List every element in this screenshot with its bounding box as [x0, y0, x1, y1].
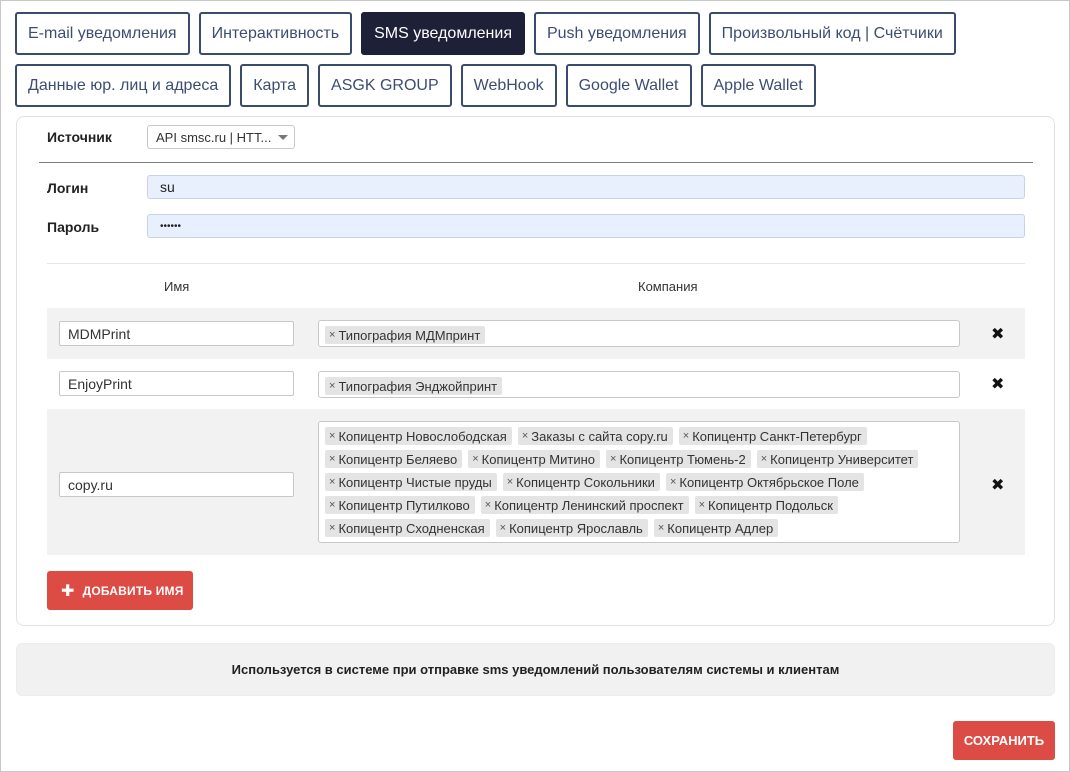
- company-tag-label: Копицентр Подольск: [708, 497, 833, 513]
- password-input[interactable]: ••••••: [147, 214, 1025, 238]
- company-tag: × Заказы с сайта copy.ru: [517, 427, 673, 445]
- company-tag-select[interactable]: × Типография Энджойпринт: [318, 371, 960, 398]
- company-tag: × Типография МДМпринт: [325, 326, 486, 344]
- plus-icon: ✚: [61, 582, 75, 600]
- delete-row-icon[interactable]: ✖: [991, 324, 1004, 344]
- remove-tag-icon[interactable]: ×: [329, 453, 335, 465]
- company-tag-label: Копицентр Ярославль: [509, 520, 643, 536]
- remove-tag-icon[interactable]: ×: [507, 476, 513, 488]
- remove-tag-icon[interactable]: ×: [329, 380, 335, 392]
- remove-tag-icon[interactable]: ×: [761, 453, 767, 465]
- tab-custom-code[interactable]: Произвольный код | Счётчики: [708, 12, 956, 55]
- company-tag-select[interactable]: × Копицентр Новослободская × Заказы с сайт…: [318, 421, 960, 543]
- remove-tag-icon[interactable]: ×: [670, 476, 676, 488]
- remove-tag-icon[interactable]: ×: [658, 522, 664, 534]
- remove-tag-icon[interactable]: ×: [610, 453, 616, 465]
- divider: [47, 263, 1025, 264]
- company-tag: × Копицентр Тюмень-2: [606, 450, 751, 468]
- remove-tag-icon[interactable]: ×: [329, 499, 335, 511]
- tab-sms[interactable]: SMS уведомления: [361, 12, 525, 55]
- company-tag-label: Копицентр Ленинский проспект: [494, 497, 684, 513]
- remove-tag-icon[interactable]: ×: [699, 499, 705, 511]
- tab-email[interactable]: E-mail уведомления: [15, 12, 190, 55]
- name-input[interactable]: EnjoyPrint: [59, 371, 294, 396]
- tab-legal-entities[interactable]: Данные юр. лиц и адреса: [15, 64, 232, 107]
- column-header-company: Компания: [638, 279, 698, 294]
- remove-tag-icon[interactable]: ×: [485, 499, 491, 511]
- company-tag-label: Копицентр Митино: [481, 451, 595, 467]
- remove-tag-icon[interactable]: ×: [329, 476, 335, 488]
- company-tag-label: Копицентр Адлер: [667, 520, 774, 536]
- company-tag-label: Копицентр Октябрьское Поле: [679, 474, 859, 490]
- remove-tag-icon[interactable]: ×: [522, 430, 528, 442]
- company-tag: × Копицентр Беляево: [325, 450, 463, 468]
- sms-settings-card: Источник API smsc.ru | HTT... Логин su П…: [16, 116, 1055, 626]
- login-label: Логин: [47, 180, 89, 196]
- company-tag-label: Копицентр Путилково: [338, 497, 470, 513]
- company-tag-label: Типография МДМпринт: [338, 327, 481, 343]
- info-note: Используется в системе при отправке sms …: [16, 643, 1055, 696]
- company-tag: × Копицентр Санкт-Петербург: [678, 427, 867, 445]
- delete-row-icon[interactable]: ✖: [991, 374, 1004, 394]
- company-tag-label: Копицентр Санкт-Петербург: [692, 428, 862, 444]
- tab-asgk-group[interactable]: ASGK GROUP: [318, 64, 452, 107]
- name-input[interactable]: copy.ru: [59, 472, 294, 497]
- tab-push[interactable]: Push уведомления: [533, 12, 700, 55]
- password-label: Пароль: [47, 219, 100, 235]
- remove-tag-icon[interactable]: ×: [329, 522, 335, 534]
- add-name-button[interactable]: ✚ ДОБАВИТЬ ИМЯ: [47, 571, 193, 610]
- company-tag: × Копицентр Октябрьское Поле: [665, 473, 864, 491]
- remove-tag-icon[interactable]: ×: [500, 522, 506, 534]
- company-tag-label: Копицентр Чистые пруды: [338, 474, 492, 490]
- remove-tag-icon[interactable]: ×: [329, 329, 335, 341]
- remove-tag-icon[interactable]: ×: [683, 430, 689, 442]
- company-tag-label: Типография Энджойпринт: [338, 378, 498, 394]
- login-input[interactable]: su: [147, 175, 1025, 199]
- company-tag-label: Копицентр Тюмень-2: [619, 451, 746, 467]
- company-tag-label: Копицентр Беляево: [338, 451, 458, 467]
- tabs-row-2: Данные юр. лиц и адреса Карта ASGK GROUP…: [15, 64, 825, 107]
- tab-google-wallet[interactable]: Google Wallet: [565, 64, 692, 107]
- company-tag: × Копицентр Сокольники: [502, 473, 660, 491]
- divider: [39, 162, 1033, 163]
- column-header-name: Имя: [164, 279, 190, 294]
- remove-tag-icon[interactable]: ×: [329, 430, 335, 442]
- delete-row-icon[interactable]: ✖: [991, 475, 1004, 495]
- company-tag-label: Копицентр Сходненская: [338, 520, 485, 536]
- company-tag-label: Копицентр Университет: [770, 451, 914, 467]
- source-select[interactable]: API smsc.ru | HTT...: [147, 125, 295, 149]
- company-tag-select[interactable]: × Типография МДМпринт: [318, 320, 960, 347]
- save-button[interactable]: СОХРАНИТЬ: [953, 721, 1055, 760]
- company-tag: × Копицентр Ленинский проспект: [480, 496, 689, 514]
- remove-tag-icon[interactable]: ×: [472, 453, 478, 465]
- company-tag: × Копицентр Университет: [756, 450, 919, 468]
- info-text: Используется в системе при отправке sms …: [231, 662, 840, 677]
- tabs-row-1: E-mail уведомления Интерактивность SMS у…: [15, 12, 965, 55]
- table-row: copy.ru × Копицентр Новослободская × Заказ…: [47, 409, 1025, 555]
- tab-interactivity[interactable]: Интерактивность: [198, 12, 353, 55]
- table-row: MDMPrint × Типография МДМпринт ✖: [47, 308, 1025, 359]
- company-tag: × Копицентр Новослободская: [325, 427, 512, 445]
- source-select-value: API smsc.ru | HTT...: [156, 130, 272, 145]
- tab-map[interactable]: Карта: [240, 64, 310, 107]
- source-label: Источник: [47, 129, 112, 145]
- tab-webhook[interactable]: WebHook: [460, 64, 557, 107]
- add-name-label: ДОБАВИТЬ ИМЯ: [82, 583, 184, 598]
- company-tag-label: Заказы с сайта copy.ru: [531, 428, 668, 444]
- company-tag: × Копицентр Адлер: [653, 519, 779, 537]
- company-tag: × Копицентр Путилково: [325, 496, 475, 514]
- company-tag: × Копицентр Ярославль: [495, 519, 648, 537]
- company-tag: × Копицентр Сходненская: [325, 519, 490, 537]
- company-tag: × Типография Энджойпринт: [325, 377, 503, 395]
- company-tag: × Копицентр Чистые пруды: [325, 473, 497, 491]
- caret-down-icon: [278, 135, 288, 140]
- company-tag: × Копицентр Подольск: [694, 496, 838, 514]
- company-tag: × Копицентр Митино: [468, 450, 600, 468]
- company-tag-label: Копицентр Сокольники: [516, 474, 655, 490]
- tab-apple-wallet[interactable]: Apple Wallet: [700, 64, 816, 107]
- company-tag-label: Копицентр Новослободская: [338, 428, 507, 444]
- name-input[interactable]: MDMPrint: [59, 321, 294, 346]
- table-row: EnjoyPrint × Типография Энджойпринт ✖: [47, 359, 1025, 409]
